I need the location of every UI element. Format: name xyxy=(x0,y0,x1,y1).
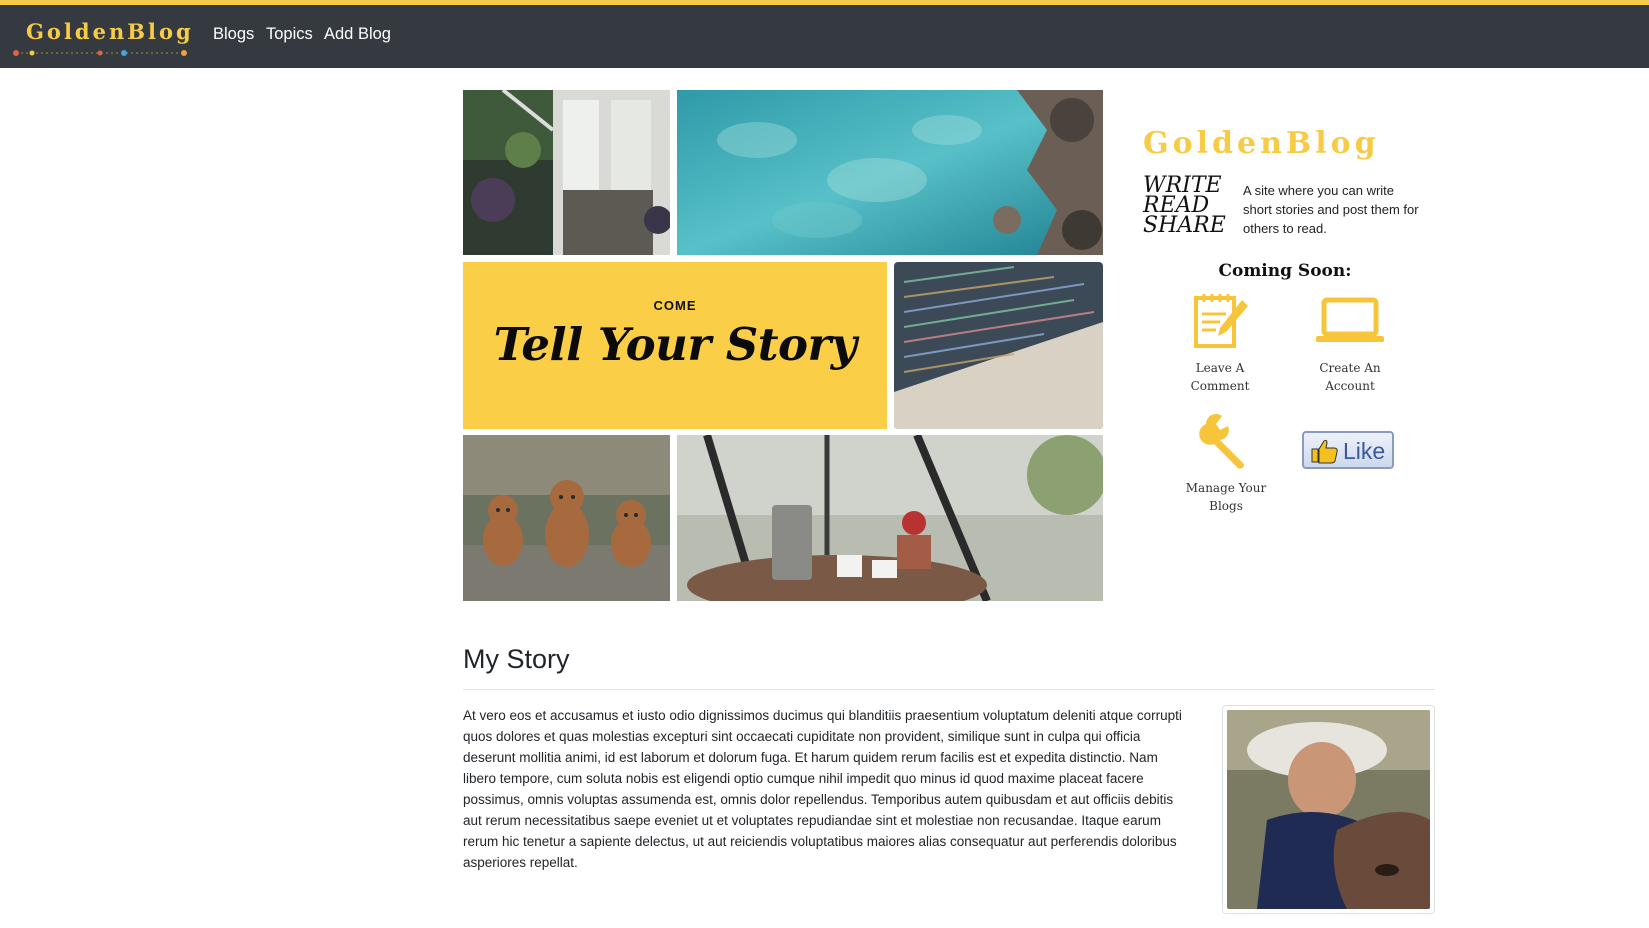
nav-link-topics[interactable]: Topics xyxy=(266,25,313,44)
feature-label-account: Create An Account xyxy=(1319,361,1381,393)
brand-dots-decoration xyxy=(13,50,187,56)
story-body: At vero eos et accusamus et iusto odio d… xyxy=(463,708,1182,870)
feature-leave-comment: Leave A Comment xyxy=(1165,290,1275,395)
site-description: A site where you can write short stories… xyxy=(1243,183,1419,236)
thumbs-up-icon xyxy=(1311,439,1338,464)
laptop-icon xyxy=(1316,297,1384,342)
sidebar-info: GoldenBlog WRITE READ SHARE A site where… xyxy=(1135,120,1435,540)
author-photo xyxy=(1222,705,1435,914)
feature-create-account: Create An Account xyxy=(1295,290,1405,395)
notepad-pencil-icon xyxy=(1194,294,1248,348)
hero-headline: Tell Your Story xyxy=(493,318,857,371)
tagline: WRITE READ SHARE xyxy=(1143,175,1226,238)
nav-link-blogs[interactable]: Blogs xyxy=(213,25,254,44)
cafe-table-photo xyxy=(677,435,1103,601)
wrench-icon xyxy=(1199,414,1245,469)
tagline-share: SHARE xyxy=(1143,213,1226,238)
like-label: Like xyxy=(1343,438,1386,464)
navbar: GoldenBlog Blogs Topics Add Blog xyxy=(0,0,1649,68)
greenhouse-photo xyxy=(463,90,670,255)
like-button[interactable]: Like xyxy=(1302,431,1394,469)
sidebar-brand: GoldenBlog xyxy=(1143,126,1380,161)
hero-collage: COME Tell Your Story xyxy=(463,90,1103,601)
story-divider xyxy=(463,689,1435,690)
coming-soon-title: Coming Soon: xyxy=(1218,261,1352,281)
feature-manage-blogs: Manage Your Blogs xyxy=(1171,410,1281,515)
feature-label-manage: Manage Your Blogs xyxy=(1185,481,1267,513)
water-rocks-photo xyxy=(677,90,1103,255)
brand-name: GoldenBlog xyxy=(26,19,194,44)
nav-link-add-blog[interactable]: Add Blog xyxy=(324,25,391,44)
brand-logo[interactable]: GoldenBlog xyxy=(12,13,191,59)
puppies-photo xyxy=(463,435,670,601)
story-title: My Story xyxy=(463,644,570,674)
code-screen-photo xyxy=(894,262,1103,429)
hero-kicker: COME xyxy=(653,298,697,313)
feature-label-comment: Leave A Comment xyxy=(1190,361,1250,393)
